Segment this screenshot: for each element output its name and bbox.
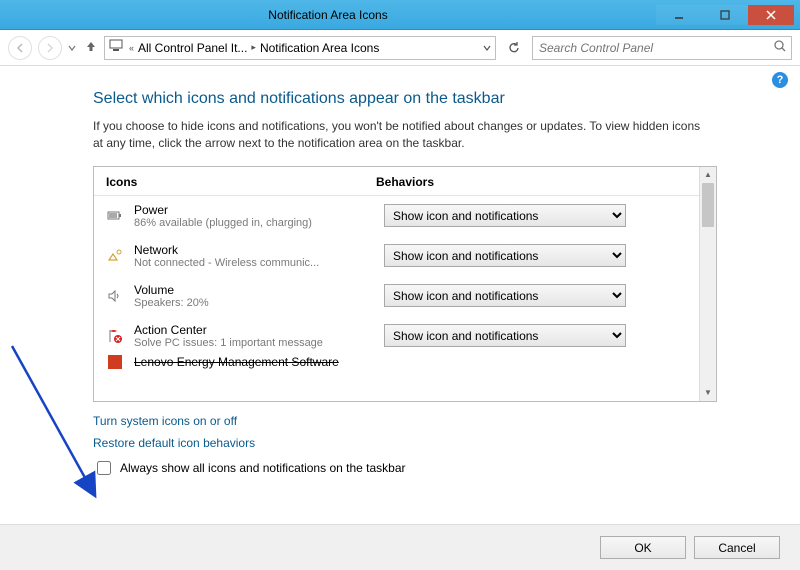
search-box[interactable] xyxy=(532,36,792,60)
help-icon[interactable]: ? xyxy=(772,72,788,88)
item-name: Volume xyxy=(134,283,374,297)
speaker-icon xyxy=(106,287,124,305)
address-dropdown-icon[interactable] xyxy=(479,41,491,55)
scrollbar[interactable]: ▲ ▼ xyxy=(699,167,716,401)
up-button[interactable] xyxy=(84,39,98,56)
chevron-right-icon: « xyxy=(129,43,134,53)
search-input[interactable] xyxy=(537,40,773,56)
scroll-down-icon[interactable]: ▼ xyxy=(700,385,716,401)
item-name: Power xyxy=(134,203,374,217)
page-description: If you choose to hide icons and notifica… xyxy=(93,118,707,152)
search-icon[interactable] xyxy=(773,39,787,56)
always-show-checkbox-row: Always show all icons and notifications … xyxy=(93,458,707,478)
item-sub: 86% available (plugged in, charging) xyxy=(134,217,374,229)
item-sub: Not connected - Wireless communic... xyxy=(134,257,374,269)
list-row-volume: Volume Speakers: 20% Show icon and notif… xyxy=(94,276,699,316)
page-heading: Select which icons and notifications app… xyxy=(93,90,707,108)
column-behaviors: Behaviors xyxy=(376,175,687,189)
always-show-label[interactable]: Always show all icons and notifications … xyxy=(120,461,406,475)
titlebar: Notification Area Icons xyxy=(0,0,800,30)
item-name: Lenovo Energy Management Software xyxy=(134,355,687,369)
breadcrumb-part2[interactable]: Notification Area Icons xyxy=(260,41,379,55)
ok-button[interactable]: OK xyxy=(600,536,686,559)
network-icon xyxy=(106,247,124,265)
list-row-action-center: Action Center Solve PC issues: 1 importa… xyxy=(94,316,699,356)
recent-locations-dropdown[interactable] xyxy=(68,41,78,55)
scroll-up-icon[interactable]: ▲ xyxy=(700,167,716,183)
flag-icon xyxy=(106,327,124,345)
content-area: ? Select which icons and notifications a… xyxy=(0,66,800,478)
forward-button[interactable] xyxy=(38,36,62,60)
list-row-network: Network Not connected - Wireless communi… xyxy=(94,236,699,276)
breadcrumb-part1[interactable]: All Control Panel It... xyxy=(138,41,247,55)
minimize-button[interactable] xyxy=(656,5,702,25)
scroll-thumb[interactable] xyxy=(702,183,714,227)
close-button[interactable] xyxy=(748,5,794,25)
link-turn-system-icons[interactable]: Turn system icons on or off xyxy=(93,414,707,428)
chevron-right-icon: ▸ xyxy=(251,42,256,53)
refresh-button[interactable] xyxy=(502,36,526,60)
links-section: Turn system icons on or off Restore defa… xyxy=(93,414,707,450)
icon-list: Icons Behaviors Power 86% available (plu… xyxy=(93,166,717,402)
link-restore-defaults[interactable]: Restore default icon behaviors xyxy=(93,436,707,450)
navbar: « All Control Panel It... ▸ Notification… xyxy=(0,30,800,66)
back-button[interactable] xyxy=(8,36,32,60)
item-name: Action Center xyxy=(134,323,374,337)
cancel-button[interactable]: Cancel xyxy=(694,536,780,559)
behavior-select-action-center[interactable]: Show icon and notifications xyxy=(384,324,626,347)
list-row-power: Power 86% available (plugged in, chargin… xyxy=(94,196,699,236)
item-sub: Speakers: 20% xyxy=(134,297,374,309)
monitor-icon xyxy=(109,39,125,56)
battery-icon xyxy=(106,207,124,225)
list-header: Icons Behaviors xyxy=(94,167,699,196)
maximize-button[interactable] xyxy=(702,5,748,25)
window-title: Notification Area Icons xyxy=(0,8,656,22)
always-show-checkbox[interactable] xyxy=(97,461,111,475)
address-bar[interactable]: « All Control Panel It... ▸ Notification… xyxy=(104,36,496,60)
item-name: Network xyxy=(134,243,374,257)
behavior-select-network[interactable]: Show icon and notifications xyxy=(384,244,626,267)
footer: OK Cancel xyxy=(0,524,800,570)
behavior-select-volume[interactable]: Show icon and notifications xyxy=(384,284,626,307)
app-icon xyxy=(106,354,124,369)
item-sub: Solve PC issues: 1 important message xyxy=(134,337,374,349)
behavior-select-power[interactable]: Show icon and notifications xyxy=(384,204,626,227)
list-row-partial: Lenovo Energy Management Software xyxy=(94,354,699,369)
column-icons: Icons xyxy=(106,175,376,189)
